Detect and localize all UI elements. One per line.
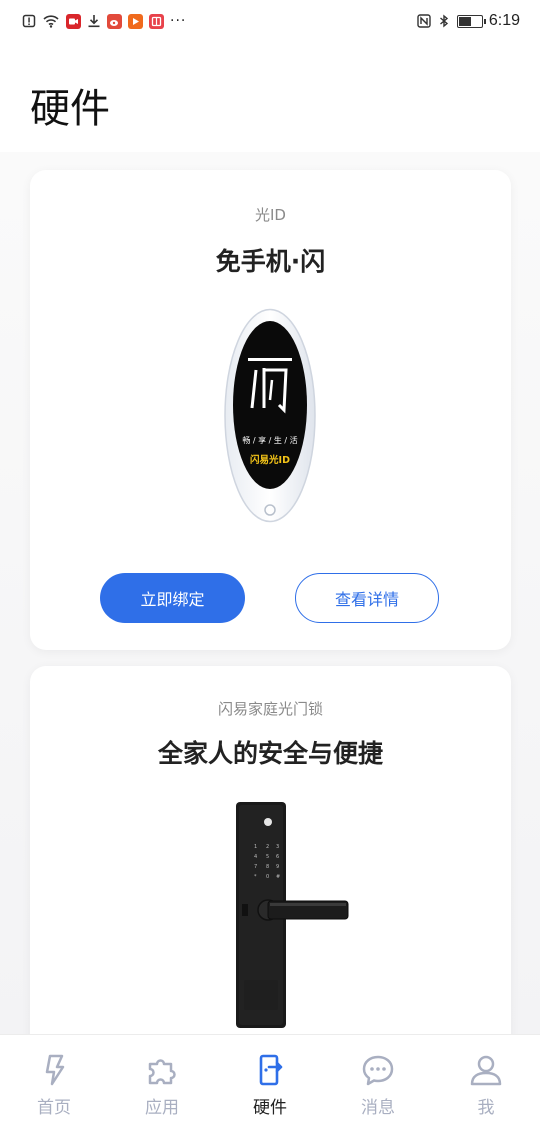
battery-level bbox=[458, 16, 471, 26]
svg-text:9: 9 bbox=[276, 864, 279, 870]
device-brand: 闪易光ID bbox=[250, 454, 290, 466]
wifi-icon bbox=[43, 15, 59, 28]
video-app-icon bbox=[66, 13, 81, 29]
download-icon bbox=[88, 15, 100, 28]
puzzle-icon bbox=[148, 1059, 176, 1085]
hardware-list[interactable]: 光ID 免手机·闪 畅 / 享 / 生 / 活 闪易光ID 立即绑定 查看详情 … bbox=[0, 152, 540, 1034]
bottom-tab-bar: 首页 应用 硬件 消息 我 bbox=[0, 1034, 540, 1122]
bind-now-button[interactable]: 立即绑定 bbox=[100, 573, 245, 623]
tab-messages[interactable]: 消息 bbox=[324, 1035, 432, 1122]
svg-text:0: 0 bbox=[266, 874, 269, 880]
product-card-light-id[interactable]: 光ID 免手机·闪 畅 / 享 / 生 / 活 闪易光ID 立即绑定 查看详情 bbox=[30, 170, 511, 650]
tab-label: 首页 bbox=[37, 1098, 71, 1118]
svg-text:8: 8 bbox=[266, 864, 269, 870]
status-right-icons: 6:19 bbox=[417, 12, 520, 30]
status-bar: ··· 6:19 bbox=[0, 0, 540, 42]
svg-text:6: 6 bbox=[276, 854, 279, 860]
product-category: 闪易家庭光门锁 bbox=[217, 700, 323, 718]
product-category: 光ID bbox=[255, 206, 286, 224]
tab-label: 我 bbox=[477, 1098, 495, 1118]
tab-label: 消息 bbox=[361, 1098, 395, 1118]
page-header: 硬件 bbox=[0, 42, 540, 152]
light-id-device-image: 畅 / 享 / 生 / 活 闪易光ID bbox=[224, 308, 316, 523]
view-details-button[interactable]: 查看详情 bbox=[295, 573, 439, 623]
svg-text:7: 7 bbox=[254, 864, 257, 870]
weibo-app-icon bbox=[107, 13, 122, 29]
tab-label: 应用 bbox=[145, 1098, 179, 1118]
more-notifications-indicator: ··· bbox=[170, 13, 187, 29]
hardware-page: ··· 6:19 硬件 光ID 免手机·闪 畅 / 享 / 生 / 活 闪易光I… bbox=[0, 0, 540, 1122]
tab-apps[interactable]: 应用 bbox=[108, 1035, 216, 1122]
door-icon bbox=[259, 1054, 283, 1086]
chat-bubble-icon bbox=[362, 1055, 394, 1086]
tab-label: 硬件 bbox=[253, 1098, 287, 1118]
reader-app-icon bbox=[149, 13, 164, 29]
product-card-door-lock[interactable]: 闪易家庭光门锁 全家人的安全与便捷 123 456 789 * 0 # bbox=[30, 666, 511, 1034]
svg-text:3: 3 bbox=[276, 844, 279, 850]
device-slogan: 畅 / 享 / 生 / 活 bbox=[242, 435, 297, 445]
user-icon bbox=[470, 1055, 502, 1086]
nfc-icon bbox=[417, 14, 431, 28]
product-title: 免手机·闪 bbox=[215, 247, 326, 276]
status-left-icons: ··· bbox=[22, 13, 186, 29]
svg-text:2: 2 bbox=[266, 844, 269, 850]
svg-text:5: 5 bbox=[266, 854, 269, 860]
player-app-icon bbox=[128, 13, 143, 29]
battery-icon bbox=[456, 14, 486, 28]
product-title: 全家人的安全与便捷 bbox=[157, 739, 383, 768]
door-lock-image: 123 456 789 * 0 # bbox=[236, 802, 349, 1028]
bluetooth-icon bbox=[439, 14, 448, 28]
tab-home[interactable]: 首页 bbox=[0, 1035, 108, 1122]
tab-me[interactable]: 我 bbox=[432, 1035, 540, 1122]
svg-text:#: # bbox=[276, 874, 280, 880]
tab-hardware[interactable]: 硬件 bbox=[216, 1035, 324, 1122]
clock: 6:19 bbox=[488, 12, 520, 29]
svg-text:4: 4 bbox=[254, 854, 257, 860]
lightning-icon bbox=[45, 1054, 65, 1086]
page-title: 硬件 bbox=[30, 86, 110, 132]
svg-text:1: 1 bbox=[254, 844, 257, 850]
alert-icon bbox=[22, 14, 36, 28]
